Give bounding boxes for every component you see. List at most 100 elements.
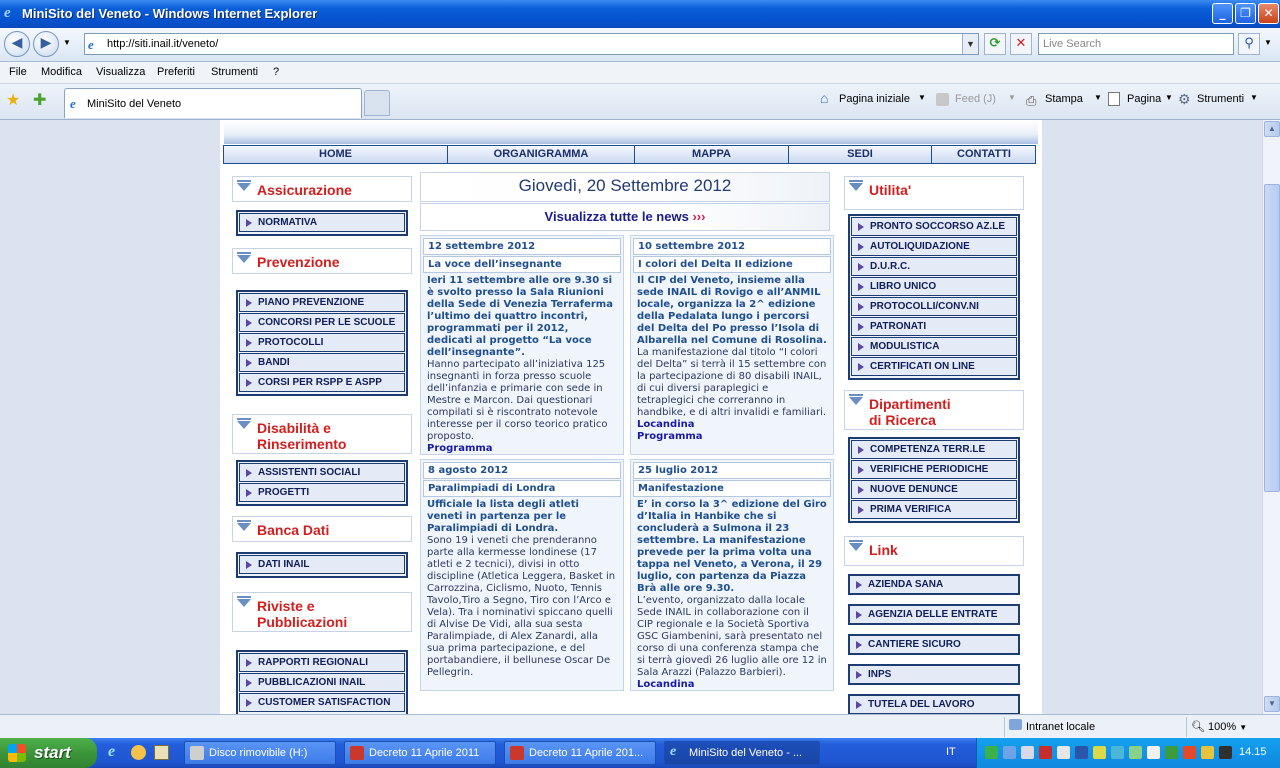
page-icon[interactable] xyxy=(1108,92,1120,106)
url-field[interactable]: e http://siti.inail.it/veneto/ ▼ xyxy=(84,33,979,55)
vertical-scrollbar[interactable]: ▲ ▼ xyxy=(1262,120,1280,714)
all-news-link[interactable]: Visualizza tutte le news ››› xyxy=(420,203,830,231)
scroll-up-icon[interactable]: ▲ xyxy=(1264,121,1280,137)
menu-item-bandi[interactable]: BANDI xyxy=(239,353,405,372)
page-dropdown-icon[interactable]: ▼ xyxy=(1165,93,1173,102)
tray-display-icon[interactable] xyxy=(1219,746,1232,759)
tray-antivirus-icon[interactable] xyxy=(1039,746,1052,759)
menu-item-prima-verifica[interactable]: PRIMA VERIFICA xyxy=(851,500,1017,519)
tray-monitor-icon[interactable] xyxy=(1003,746,1016,759)
menu-item-piano-prevenzione[interactable]: PIANO PREVENZIONE xyxy=(239,293,405,312)
close-button[interactable]: ✕ xyxy=(1258,3,1279,24)
news-title[interactable]: La voce dell’insegnante xyxy=(423,256,621,273)
home-icon[interactable]: ⌂ xyxy=(820,90,828,106)
news-title[interactable]: Manifestazione xyxy=(633,480,831,497)
taskbar-item-decreto-2[interactable]: Decreto 11 Aprile 201... xyxy=(504,741,656,765)
menu-help[interactable]: ? xyxy=(273,66,279,78)
news-link-programma[interactable]: Programma xyxy=(423,443,621,455)
tray-volume-icon[interactable] xyxy=(1057,746,1070,759)
menu-item-modulistica[interactable]: MODULISTICA xyxy=(851,337,1017,356)
scroll-down-icon[interactable]: ▼ xyxy=(1264,696,1280,712)
menu-item-protocolli-conv[interactable]: PROTOCOLLI/CONV.NI xyxy=(851,297,1017,316)
menu-item-pronto-soccorso[interactable]: PRONTO SOCCORSO AZ.LE xyxy=(851,217,1017,236)
menu-item-progetti[interactable]: PROGETTI xyxy=(239,483,405,502)
link-inps[interactable]: INPS xyxy=(848,664,1020,685)
link-cantiere-sicuro[interactable]: CANTIERE SICURO xyxy=(848,634,1020,655)
home-dropdown-icon[interactable]: ▼ xyxy=(918,93,926,102)
page-menu-button[interactable]: Pagina xyxy=(1127,93,1161,105)
link-agenzia-entrate[interactable]: AGENZIA DELLE ENTRATE xyxy=(848,604,1020,625)
menu-item-rapporti-regionali[interactable]: RAPPORTI REGIONALI xyxy=(239,653,405,672)
quicklaunch-mail-icon[interactable] xyxy=(131,745,146,760)
home-button[interactable]: Pagina iniziale xyxy=(839,93,910,105)
tray-security-icon[interactable] xyxy=(1129,746,1142,759)
menu-item-durc[interactable]: D.U.R.C. xyxy=(851,257,1017,276)
menu-item-certificati[interactable]: CERTIFICATI ON LINE xyxy=(851,357,1017,376)
nav-contatti[interactable]: CONTATTI xyxy=(932,146,1036,163)
tray-check-icon[interactable] xyxy=(1147,746,1160,759)
menu-visualizza[interactable]: Visualizza xyxy=(96,66,145,78)
nav-sedi[interactable]: SEDI xyxy=(789,146,932,163)
menu-file[interactable]: File xyxy=(9,66,27,78)
menu-item-competenza[interactable]: COMPETENZA TERR.LE xyxy=(851,440,1017,459)
tab-minisito[interactable]: e MiniSito del Veneto xyxy=(64,88,362,118)
menu-item-patronati[interactable]: PATRONATI xyxy=(851,317,1017,336)
tray-ve-icon[interactable] xyxy=(1165,746,1178,759)
link-azienda-sana[interactable]: AZIENDA SANA xyxy=(848,574,1020,595)
gear-icon[interactable]: ⚙ xyxy=(1178,91,1191,108)
nav-organigramma[interactable]: ORGANIGRAMMA xyxy=(448,146,635,163)
menu-item-assistenti-sociali[interactable]: ASSISTENTI SOCIALI xyxy=(239,463,405,482)
quicklaunch-ie-icon[interactable]: e xyxy=(108,743,115,761)
news-link-programma[interactable]: Programma xyxy=(633,431,831,443)
title-bar[interactable]: e MiniSito del Veneto - Windows Internet… xyxy=(0,0,1280,28)
menu-item-dati-inail[interactable]: DATI INAIL xyxy=(239,555,405,574)
history-dropdown-icon[interactable]: ▼ xyxy=(63,38,71,47)
tools-dropdown-icon[interactable]: ▼ xyxy=(1250,93,1258,102)
print-icon[interactable]: ⎙ xyxy=(1026,93,1036,109)
tray-sync-icon[interactable] xyxy=(1111,746,1124,759)
minimize-button[interactable]: _ xyxy=(1212,3,1233,24)
quicklaunch-desktop-icon[interactable] xyxy=(154,745,169,760)
maximize-button[interactable]: ❐ xyxy=(1235,3,1256,24)
menu-item-corsi-rspp[interactable]: CORSI PER RSPP E ASPP xyxy=(239,373,405,392)
tray-device-icon[interactable] xyxy=(1021,746,1034,759)
news-title[interactable]: Paralimpiadi di Londra xyxy=(423,480,621,497)
menu-item-concorsi[interactable]: CONCORSI PER LE SCUOLE xyxy=(239,313,405,332)
feed-button[interactable]: Feed (J) xyxy=(955,93,996,105)
menu-item-normativa[interactable]: NORMATIVA xyxy=(239,213,405,232)
add-favorites-icon[interactable]: ✚ xyxy=(33,90,46,110)
stop-button[interactable]: ✕ xyxy=(1010,33,1032,55)
menu-item-autoliquidazione[interactable]: AUTOLIQUIDAZIONE xyxy=(851,237,1017,256)
print-dropdown-icon[interactable]: ▼ xyxy=(1094,93,1102,102)
menu-strumenti[interactable]: Strumenti xyxy=(211,66,258,78)
taskbar-item-minisito[interactable]: e MiniSito del Veneto - ... xyxy=(664,741,820,765)
language-indicator[interactable]: IT xyxy=(946,746,956,758)
menu-preferiti[interactable]: Preferiti xyxy=(157,66,195,78)
zoom-dropdown-icon[interactable]: ▼ xyxy=(1239,723,1247,732)
news-link-locandina[interactable]: Locandina xyxy=(633,419,831,431)
favorites-star-icon[interactable]: ★ xyxy=(6,90,20,110)
url-dropdown-icon[interactable]: ▼ xyxy=(962,34,978,54)
tray-update-icon[interactable] xyxy=(1093,746,1106,759)
news-title[interactable]: I colori del Delta II edizione xyxy=(633,256,831,273)
all-news-label[interactable]: Visualizza tutte le news xyxy=(545,209,689,224)
scroll-thumb[interactable] xyxy=(1264,184,1280,492)
menu-item-protocolli[interactable]: PROTOCOLLI xyxy=(239,333,405,352)
tray-network-icon[interactable] xyxy=(985,746,998,759)
search-icon[interactable]: ⚲ xyxy=(1238,33,1260,55)
news-link-locandina[interactable]: Locandina xyxy=(633,679,831,691)
nav-mappa[interactable]: MAPPA xyxy=(635,146,789,163)
tray-app-icon[interactable] xyxy=(1075,746,1088,759)
nav-home[interactable]: HOME xyxy=(224,146,448,163)
menu-item-nuove-denunce[interactable]: NUOVE DENUNCE xyxy=(851,480,1017,499)
menu-item-customer-satisfaction[interactable]: CUSTOMER SATISFACTION xyxy=(239,693,405,712)
search-options-icon[interactable]: ▼ xyxy=(1264,38,1272,47)
menu-modifica[interactable]: Modifica xyxy=(41,66,82,78)
menu-item-pubblicazioni-inail[interactable]: PUBBLICAZIONI INAIL xyxy=(239,673,405,692)
taskbar-item-disco[interactable]: Disco rimovibile (H:) xyxy=(184,741,336,765)
new-tab-button[interactable] xyxy=(364,90,390,116)
menu-item-verifiche[interactable]: VERIFICHE PERIODICHE xyxy=(851,460,1017,479)
tray-warning-icon[interactable] xyxy=(1183,746,1196,759)
link-tutela-lavoro[interactable]: TUTELA DEL LAVORO xyxy=(848,694,1020,714)
zoom-control[interactable]: 🔍︎ 100% ▼ xyxy=(1186,717,1262,737)
